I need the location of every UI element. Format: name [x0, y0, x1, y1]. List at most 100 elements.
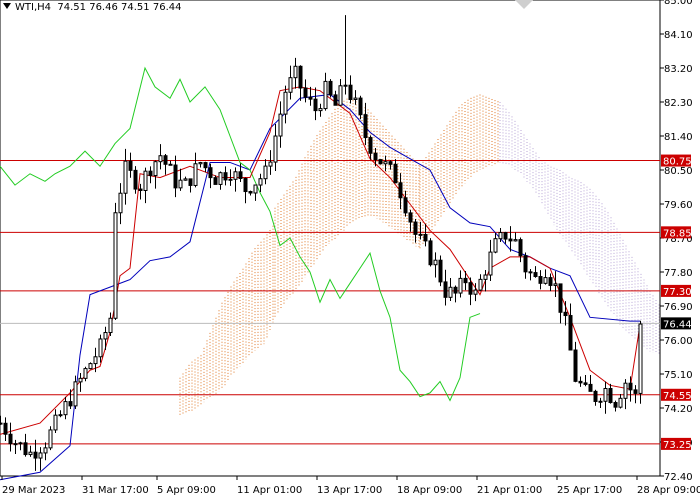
- candle-body: [533, 272, 538, 278]
- candle-body: [318, 108, 323, 112]
- candle-body: [138, 188, 143, 191]
- candle-body: [288, 77, 293, 93]
- candle-body: [108, 317, 113, 334]
- candle-body: [508, 238, 513, 242]
- candle-body: [518, 239, 523, 257]
- candle-body: [538, 276, 543, 284]
- symbol-label: WTI,H4: [15, 2, 52, 13]
- ohlc-close: 76.44: [152, 2, 182, 13]
- candle-body: [228, 178, 233, 181]
- candle-body: [413, 221, 418, 235]
- candle-body: [568, 315, 573, 351]
- y-tick-label: 82.30: [664, 98, 693, 109]
- x-tick-label: 31 Mar 17:00: [82, 485, 149, 496]
- x-tick-label: 5 Apr 09:00: [157, 485, 216, 496]
- candle-body: [93, 356, 98, 365]
- candle-body: [148, 170, 153, 177]
- candle-body: [628, 382, 633, 391]
- x-tick-label: 29 Mar 2023: [2, 485, 65, 496]
- candle-body: [393, 163, 398, 184]
- candle-body: [633, 389, 638, 394]
- candle-body: [378, 159, 383, 165]
- candle-body: [308, 96, 313, 100]
- candle-body: [583, 382, 588, 385]
- y-tick-label: 75.10: [664, 370, 693, 381]
- candle-body: [453, 286, 458, 294]
- chart-background: [0, 0, 700, 500]
- candle-body: [398, 182, 403, 199]
- candle-body: [303, 87, 308, 98]
- candle-body: [203, 162, 208, 169]
- candle-body: [428, 240, 433, 266]
- candle-body: [248, 191, 253, 194]
- candle-body: [103, 332, 108, 340]
- candle-body: [553, 283, 558, 286]
- level-badge-label: 78.85: [663, 228, 692, 239]
- candle-body: [478, 278, 483, 291]
- ohlc-high: 76.46: [89, 2, 118, 13]
- candle-body: [8, 433, 13, 445]
- candle-body: [153, 161, 158, 177]
- candle-body: [188, 178, 193, 186]
- candle-body: [403, 197, 408, 214]
- candle-body: [483, 274, 488, 280]
- candle-body: [383, 161, 388, 165]
- y-tick-label: 84.10: [664, 30, 693, 41]
- candle-body: [23, 442, 28, 456]
- y-tick-label: 76.00: [664, 336, 693, 347]
- candle-body: [98, 338, 103, 358]
- candle-body: [143, 170, 148, 191]
- y-tick-label: 76.90: [664, 302, 693, 313]
- candle-body: [493, 238, 498, 253]
- candle-body: [0, 422, 3, 425]
- candle-body: [168, 163, 173, 166]
- candle-body: [223, 172, 228, 181]
- candle-body: [623, 382, 628, 399]
- candle-body: [608, 387, 613, 404]
- candle-body: [73, 381, 78, 407]
- candle-body: [178, 179, 183, 189]
- candle-body: [328, 80, 333, 96]
- current-price-label: 76.44: [663, 319, 692, 330]
- candle-body: [343, 84, 348, 87]
- candle-body: [363, 114, 368, 139]
- x-tick-label: 28 Apr 09:00: [637, 485, 700, 496]
- candle-body: [88, 363, 93, 370]
- candle-body: [53, 414, 58, 431]
- candle-body: [423, 233, 428, 242]
- candle-body: [558, 283, 563, 313]
- candle-body: [33, 451, 38, 459]
- x-tick-label: 21 Apr 01:00: [477, 485, 542, 496]
- level-badge-label: 77.30: [663, 287, 692, 298]
- price-chart[interactable]: 85.00 84.10 83.20 82.30 81.40 80.50 79.60 78.70…: [0, 0, 700, 500]
- candle-body: [43, 447, 48, 454]
- candle-body: [133, 169, 138, 190]
- candle-body: [353, 97, 358, 100]
- candle-body: [468, 282, 473, 295]
- chart-canvas[interactable]: 85.0084.1083.2082.3081.4080.5079.6078.70…: [0, 0, 700, 500]
- candle-body: [498, 232, 503, 240]
- candle-body: [473, 289, 478, 295]
- candle-body: [543, 277, 548, 284]
- candle-body: [368, 137, 373, 154]
- candle-body: [438, 259, 443, 283]
- y-axis: 85.0084.1083.2082.3081.4080.5079.6078.70…: [660, 0, 693, 483]
- candle-body: [28, 451, 33, 456]
- candle-body: [3, 422, 8, 435]
- candle-body: [408, 212, 413, 223]
- candle-body: [173, 164, 178, 189]
- candle-body: [593, 390, 598, 402]
- candle-body: [83, 368, 88, 379]
- candle-body: [243, 177, 248, 193]
- candle-body: [458, 277, 463, 294]
- level-badge-label: 80.75: [663, 157, 692, 168]
- candle-body: [253, 184, 258, 194]
- candle-body: [48, 429, 53, 449]
- candle-body: [208, 167, 213, 179]
- candle-body: [38, 452, 43, 459]
- candle-body: [443, 281, 448, 298]
- scroll-marker-icon: [515, 0, 533, 9]
- candle-body: [503, 232, 508, 240]
- candle-body: [183, 178, 188, 181]
- dropdown-triangle-icon[interactable]: [3, 3, 11, 9]
